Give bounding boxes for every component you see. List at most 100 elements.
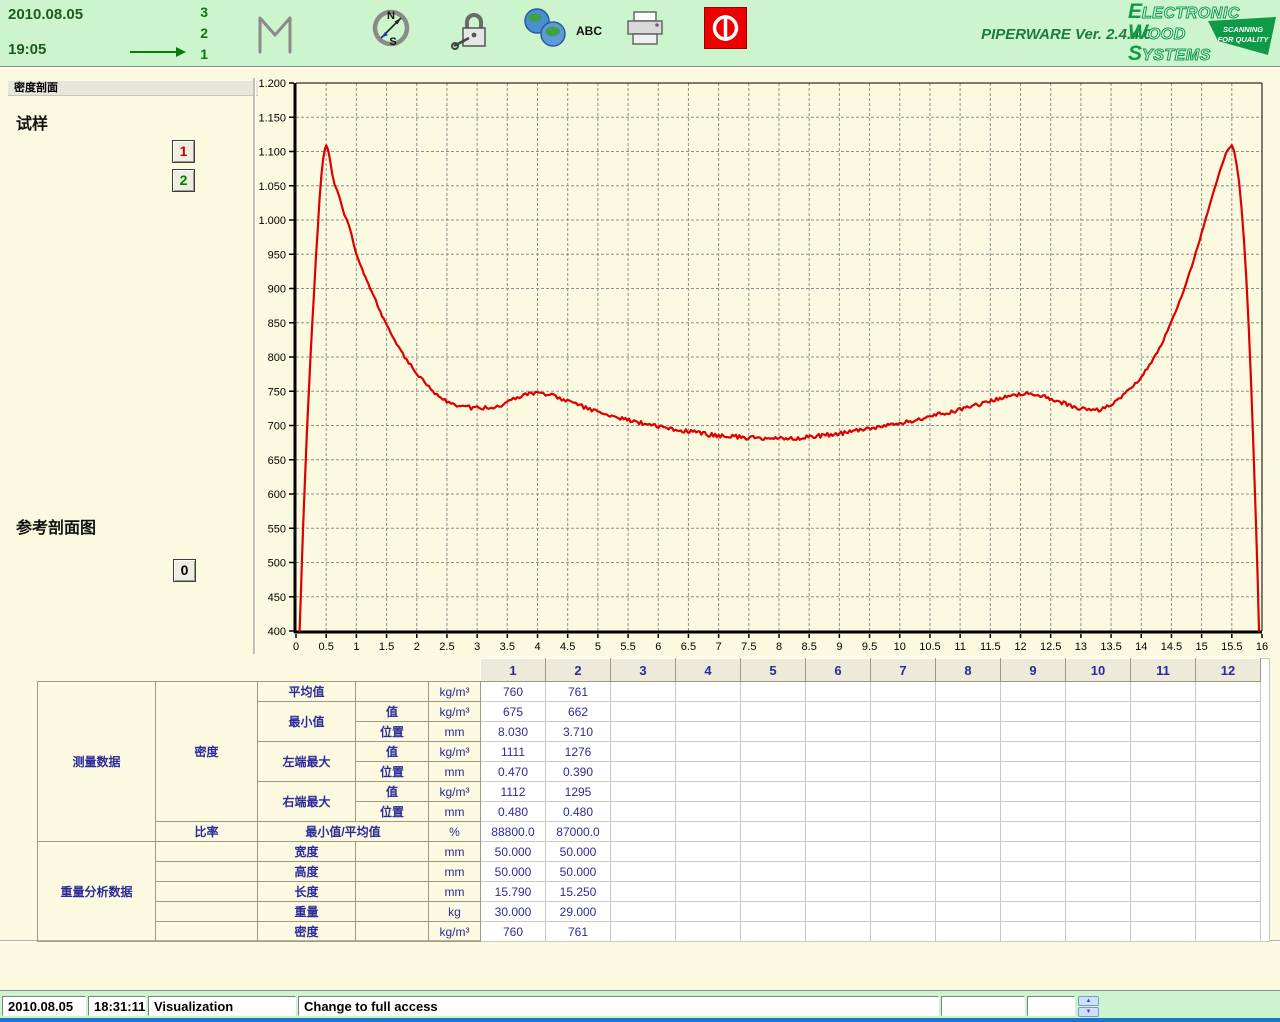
table-cell-empty	[936, 802, 1001, 822]
profile-icon[interactable]	[252, 8, 298, 54]
table-cell-empty	[806, 882, 871, 902]
table-cell-empty	[611, 902, 676, 922]
table-cell-empty	[1196, 762, 1261, 782]
table-value-cell: 0.390	[546, 762, 611, 782]
table-cell-empty	[936, 722, 1001, 742]
table-value-cell: 1112	[481, 782, 546, 802]
table-value-cell: 15.250	[546, 882, 611, 902]
svg-text:2.5: 2.5	[439, 641, 454, 653]
status-bar: 2010.08.05 18:31:11 Visualization Change…	[0, 990, 1280, 1019]
table-cell-empty	[1001, 742, 1066, 762]
table-cell-empty	[806, 682, 871, 702]
sample-2-button[interactable]: 2	[172, 169, 195, 192]
table-cell-empty	[1066, 922, 1131, 942]
spinner-up-icon[interactable]: ▲	[1078, 996, 1099, 1006]
piperware-window: { "toolbar": { "date": "2010.08.05", "ti…	[0, 0, 1280, 1022]
svg-text:15: 15	[1196, 641, 1208, 653]
svg-text:15.5: 15.5	[1221, 641, 1242, 653]
queue-number-2: 2	[192, 25, 208, 41]
sample-1-button[interactable]: 1	[172, 140, 195, 163]
column-header-4[interactable]: 4	[676, 659, 741, 682]
table-cell-empty	[676, 922, 741, 942]
label-position: 位置	[356, 722, 429, 742]
column-header-10[interactable]: 10	[1066, 659, 1131, 682]
column-header-5[interactable]: 5	[741, 659, 806, 682]
table-cell-empty	[1001, 902, 1066, 922]
table-cell-empty	[1196, 862, 1261, 882]
svg-text:3: 3	[474, 641, 480, 653]
svg-text:6: 6	[655, 641, 661, 653]
table-cell-empty	[936, 742, 1001, 762]
column-header-2[interactable]: 2	[546, 659, 611, 682]
table-value-cell: 50.000	[481, 842, 546, 862]
table-value-cell: 1111	[481, 742, 546, 762]
table-cell-empty	[1066, 702, 1131, 722]
unit-mm: mm	[429, 862, 481, 882]
table-cell-empty	[871, 702, 936, 722]
label-value: 值	[356, 742, 429, 762]
column-header-8[interactable]: 8	[936, 659, 1001, 682]
table-cell-empty	[676, 742, 741, 762]
unit-mm: mm	[429, 762, 481, 782]
compass-icon[interactable]: N S	[368, 5, 414, 51]
svg-text:11: 11	[954, 641, 965, 653]
table-cell-empty	[741, 762, 806, 782]
column-header-9[interactable]: 9	[1001, 659, 1066, 682]
unit-kg: kg	[429, 902, 481, 922]
table-cell-empty	[741, 922, 806, 942]
power-icon[interactable]	[704, 7, 747, 49]
table-cell-empty	[1066, 722, 1131, 742]
label-value: 值	[356, 702, 429, 722]
table-cell-empty	[676, 902, 741, 922]
unit-kgm3: kg/m³	[429, 742, 481, 762]
globes-abc-icon[interactable]: ABC	[520, 5, 606, 51]
table-cell-empty	[611, 802, 676, 822]
table-cell-empty	[676, 822, 741, 842]
printer-icon[interactable]	[622, 8, 668, 54]
table-cell-empty	[741, 702, 806, 722]
table-cell-empty	[806, 782, 871, 802]
table-cell-empty	[741, 822, 806, 842]
table-row-average: 测量数据 密度 平均值 kg/m³ 760 761	[38, 682, 1270, 702]
column-header-11[interactable]: 11	[1131, 659, 1196, 682]
column-header-1[interactable]: 1	[481, 659, 546, 682]
reference-0-button[interactable]: 0	[173, 559, 196, 582]
table-value-cell: 0.480	[546, 802, 611, 822]
queue-arrow-icon	[128, 44, 186, 60]
label-empty	[156, 922, 258, 942]
svg-text:6.5: 6.5	[681, 641, 696, 653]
label-value: 值	[356, 782, 429, 802]
table-cell-empty	[806, 762, 871, 782]
table-cell-empty	[871, 822, 936, 842]
table-cell-empty	[676, 882, 741, 902]
table-value-cell: 1276	[546, 742, 611, 762]
column-header-7[interactable]: 7	[871, 659, 936, 682]
table-cell-empty	[676, 722, 741, 742]
spinner-down-icon[interactable]: ▼	[1078, 1007, 1099, 1017]
table-cell-empty	[1066, 782, 1131, 802]
status-empty-1	[941, 996, 1025, 1016]
column-header-3[interactable]: 3	[611, 659, 676, 682]
unit-kgm3: kg/m³	[429, 922, 481, 942]
table-cell-empty	[936, 762, 1001, 782]
table-cell-empty	[611, 762, 676, 782]
table-cell-empty	[676, 862, 741, 882]
label-empty	[356, 842, 429, 862]
ews-logo: ELECTRONIC WOOD SYSTEMS SCANNING FOR QUA…	[1128, 2, 1276, 64]
column-header-6[interactable]: 6	[806, 659, 871, 682]
table-cell-empty	[741, 682, 806, 702]
table-cell-empty	[806, 742, 871, 762]
table-cell-empty	[806, 722, 871, 742]
lock-icon[interactable]	[450, 5, 496, 51]
svg-text:13.5: 13.5	[1100, 641, 1121, 653]
group-label-measure: 测量数据	[38, 682, 156, 842]
column-header-12[interactable]: 12	[1196, 659, 1261, 682]
table-cell-empty	[871, 842, 936, 862]
svg-text:7.5: 7.5	[741, 641, 756, 653]
table-cell-empty	[1131, 802, 1196, 822]
label-min-avg: 最小值/平均值	[258, 822, 429, 842]
status-mode: Visualization	[148, 996, 296, 1016]
svg-text:1.5: 1.5	[379, 641, 394, 653]
svg-text:450: 450	[268, 592, 286, 604]
table-cell-empty	[611, 682, 676, 702]
